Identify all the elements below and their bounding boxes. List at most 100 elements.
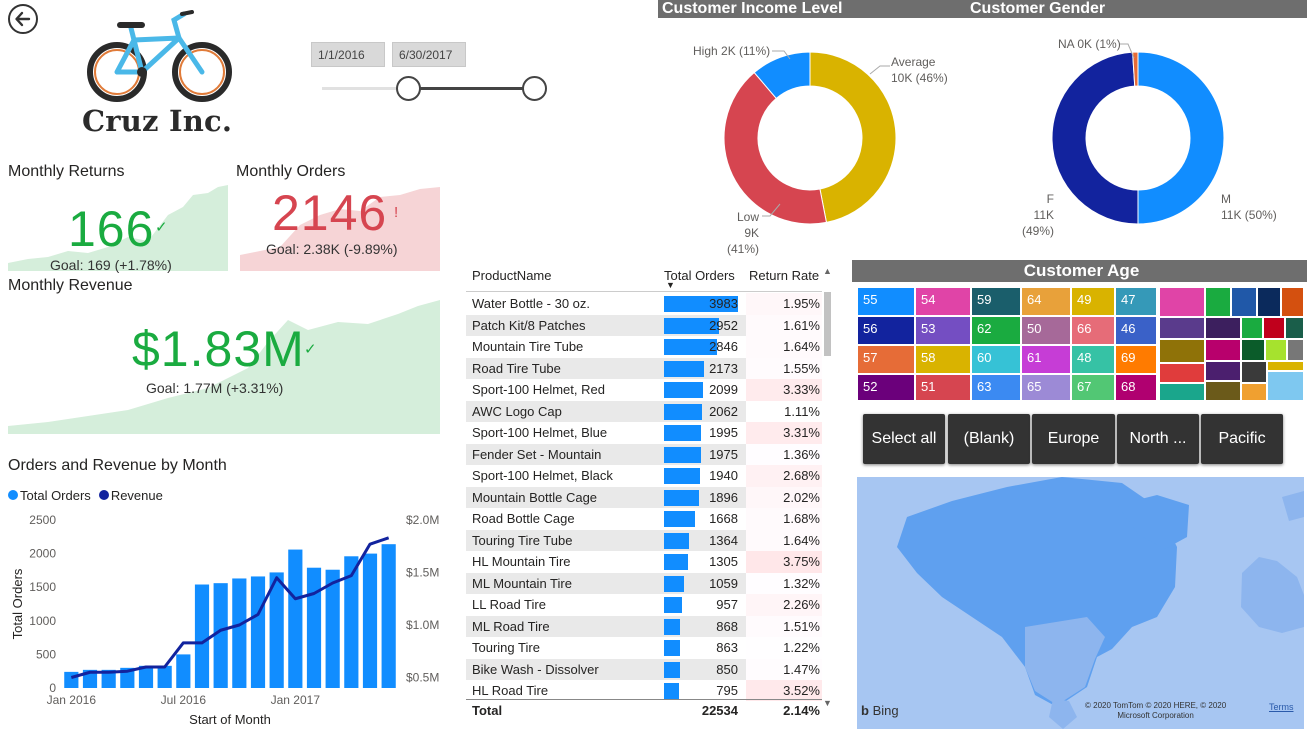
slider-end-handle[interactable]: [522, 76, 547, 101]
orders-bar[interactable]: [64, 671, 79, 688]
age-tile[interactable]: 67: [1071, 374, 1115, 401]
table-row[interactable]: ML Mountain Tire 1059 1.32%: [466, 572, 822, 594]
start-date-input[interactable]: 1/1/2016: [311, 42, 385, 67]
age-tile[interactable]: 59: [971, 287, 1021, 316]
orders-bar[interactable]: [157, 665, 172, 688]
region-button-select-all[interactable]: Select all: [863, 414, 945, 464]
age-tile-small[interactable]: [1241, 383, 1267, 401]
region-button-blank[interactable]: (Blank): [948, 414, 1030, 464]
legend-orders[interactable]: Total Orders: [8, 488, 91, 503]
orders-bar[interactable]: [250, 576, 266, 688]
table-row[interactable]: Sport-100 Helmet, Black 1940 2.68%: [466, 465, 822, 487]
table-row[interactable]: Touring Tire 863 1.22%: [466, 637, 822, 659]
orders-bar[interactable]: [381, 544, 396, 688]
table-row[interactable]: Fender Set - Mountain 1975 1.36%: [466, 443, 822, 465]
age-tile-small[interactable]: [1159, 339, 1205, 363]
age-tile-small[interactable]: [1159, 317, 1205, 339]
age-tile-small[interactable]: [1159, 383, 1205, 401]
orders-bar[interactable]: [176, 654, 191, 688]
age-tile[interactable]: 46: [1115, 316, 1157, 345]
age-tile-small[interactable]: [1159, 363, 1205, 383]
table-row[interactable]: Road Bottle Cage 1668 1.68%: [466, 508, 822, 530]
age-tile-small[interactable]: [1241, 317, 1263, 339]
age-tile-small[interactable]: [1267, 361, 1304, 371]
table-row[interactable]: Water Bottle - 30 oz. 3983 1.95%: [466, 293, 822, 315]
age-tile[interactable]: 51: [915, 374, 971, 401]
header-product-name[interactable]: ProductName: [472, 268, 551, 283]
region-button-pacific[interactable]: Pacific: [1201, 414, 1283, 464]
table-row[interactable]: Touring Tire Tube 1364 1.64%: [466, 529, 822, 551]
age-tile[interactable]: 48: [1071, 345, 1115, 374]
age-tile[interactable]: 61: [1021, 345, 1071, 374]
gender-slice-f[interactable]: [1051, 51, 1139, 225]
age-tile[interactable]: 56: [857, 316, 915, 345]
age-tile[interactable]: 66: [1071, 316, 1115, 345]
age-tile-small[interactable]: [1205, 339, 1241, 361]
back-button[interactable]: [8, 4, 38, 34]
end-date-input[interactable]: 6/30/2017: [392, 42, 466, 67]
table-row[interactable]: HL Mountain Tire 1305 3.75%: [466, 551, 822, 573]
age-tile[interactable]: 55: [857, 287, 915, 316]
age-tile-small[interactable]: [1241, 361, 1267, 383]
age-tile[interactable]: 54: [915, 287, 971, 316]
table-row[interactable]: AWC Logo Cap 2062 1.11%: [466, 400, 822, 422]
table-row[interactable]: Sport-100 Helmet, Blue 1995 3.31%: [466, 422, 822, 444]
table-row[interactable]: ML Road Tire 868 1.51%: [466, 615, 822, 637]
table-row[interactable]: Sport-100 Helmet, Red 2099 3.33%: [466, 379, 822, 401]
slider-start-handle[interactable]: [396, 76, 421, 101]
age-tile[interactable]: 62: [971, 316, 1021, 345]
age-tile[interactable]: 68: [1115, 374, 1157, 401]
table-scrollbar[interactable]: ▲ ▼: [823, 266, 832, 710]
scroll-down-icon[interactable]: ▼: [823, 698, 832, 708]
age-tile-small[interactable]: [1257, 287, 1281, 317]
age-tile-small[interactable]: [1159, 287, 1205, 317]
orders-bar[interactable]: [232, 578, 247, 688]
table-row[interactable]: Road Tire Tube 2173 1.55%: [466, 357, 822, 379]
age-tile[interactable]: 69: [1115, 345, 1157, 374]
age-tile[interactable]: 63: [971, 374, 1021, 401]
age-tile-small[interactable]: [1205, 317, 1241, 339]
orders-bar[interactable]: [194, 584, 210, 688]
gender-slice-m[interactable]: [1137, 51, 1225, 225]
age-tile-small[interactable]: [1287, 339, 1304, 361]
age-tile[interactable]: 53: [915, 316, 971, 345]
age-tile[interactable]: 58: [915, 345, 971, 374]
orders-bar[interactable]: [213, 583, 228, 688]
age-tile-small[interactable]: [1263, 317, 1285, 339]
age-tile[interactable]: 49: [1071, 287, 1115, 316]
age-tile-small[interactable]: [1231, 287, 1257, 317]
table-row[interactable]: Mountain Bottle Cage 1896 2.02%: [466, 486, 822, 508]
table-row[interactable]: Mountain Tire Tube 2846 1.64%: [466, 336, 822, 358]
age-tile[interactable]: 50: [1021, 316, 1071, 345]
header-return-rate[interactable]: Return Rate: [749, 268, 819, 283]
legend-revenue[interactable]: Revenue: [98, 488, 163, 503]
scroll-thumb[interactable]: [824, 292, 831, 356]
age-tile[interactable]: 64: [1021, 287, 1071, 316]
age-tile-small[interactable]: [1205, 381, 1241, 401]
table-row[interactable]: Bike Wash - Dissolver 850 1.47%: [466, 658, 822, 680]
orders-bar[interactable]: [288, 549, 303, 688]
table-row[interactable]: Patch Kit/8 Patches 2952 1.61%: [466, 314, 822, 336]
age-tile-small[interactable]: [1241, 339, 1265, 361]
region-button-north[interactable]: North ...: [1117, 414, 1199, 464]
age-tile[interactable]: 60: [971, 345, 1021, 374]
age-tile-small[interactable]: [1205, 361, 1241, 381]
revenue-line[interactable]: [70, 536, 390, 679]
age-tile-small[interactable]: [1265, 339, 1287, 361]
customer-map[interactable]: b Bing © 2020 TomTom © 2020 HERE, © 2020…: [857, 477, 1304, 729]
age-tile-small[interactable]: [1285, 317, 1304, 339]
age-tile[interactable]: 57: [857, 345, 915, 374]
age-tile-small[interactable]: [1205, 287, 1231, 317]
table-row[interactable]: HL Road Tire 795 3.52%: [466, 680, 822, 701]
orders-bar[interactable]: [362, 553, 378, 688]
age-tile[interactable]: 47: [1115, 287, 1157, 316]
age-tile[interactable]: 65: [1021, 374, 1071, 401]
region-button-europe[interactable]: Europe: [1032, 414, 1115, 464]
map-terms-link[interactable]: Terms: [1269, 702, 1294, 712]
table-row[interactable]: LL Road Tire 957 2.26%: [466, 594, 822, 616]
age-tile-small[interactable]: [1281, 287, 1304, 317]
age-tile-small[interactable]: [1267, 371, 1304, 401]
scroll-up-icon[interactable]: ▲: [823, 266, 832, 276]
orders-bar[interactable]: [306, 567, 322, 688]
age-tile[interactable]: 52: [857, 374, 915, 401]
